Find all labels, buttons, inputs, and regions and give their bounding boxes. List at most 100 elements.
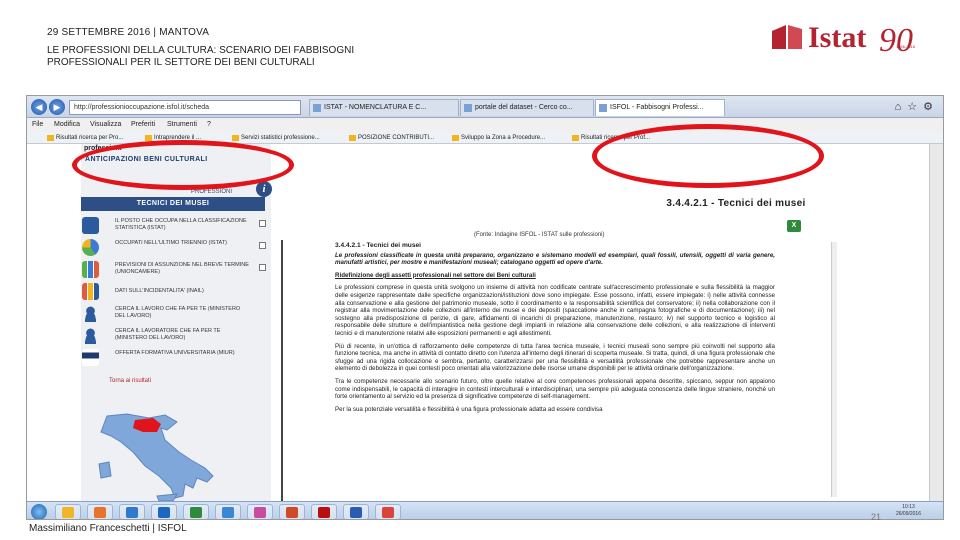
tab-label: portale del dataset - Cerco co...	[475, 104, 573, 111]
sidebar-item-offerta-formativa[interactable]: OFFERTA FORMATIVA UNIVERSITARIA (MIUR)	[81, 348, 271, 370]
taskbar-app-outlook[interactable]	[151, 504, 177, 519]
graduation-cap-icon	[82, 349, 99, 366]
tray-time: 10:13	[902, 504, 915, 510]
slide-title: LE PROFESSIONI DELLA CULTURA: SCENARIO D…	[47, 45, 467, 69]
sidebar-header: TECNICI DEI MUSEI	[81, 197, 265, 211]
profession-document: 3.4.4.2.1 - Tecnici dei musei Le profess…	[335, 242, 775, 418]
favorite-link[interactable]: POSIZIONE CONTRIBUTI...	[349, 132, 434, 144]
tab-page-icon	[599, 104, 607, 112]
window-controls[interactable]: ⌂☆⚙	[895, 100, 939, 113]
sidebar-item-label: IL POSTO CHE OCCUPA NELLA CLASSIFICAZION…	[115, 218, 247, 231]
profession-title-bar: 3.4.4.2.1 - Tecnici dei musei	[621, 196, 851, 216]
favorite-link[interactable]: Intraprendere il ...	[145, 132, 201, 144]
sub-heading[interactable]: ANTICIPAZIONI BENI CULTURALI	[85, 156, 208, 163]
back-button[interactable]: ◀	[31, 99, 47, 115]
sidebar-item-cerca-lavoro[interactable]: CERCA IL LAVORO CHE FA PER TE (MINISTERO…	[81, 304, 271, 326]
menu-preferiti[interactable]: Preferiti	[131, 118, 155, 132]
system-tray-clock[interactable]: 10:13 26/09/2016	[896, 504, 921, 518]
taskbar-app-firefox[interactable]	[87, 504, 113, 519]
sidebar-item-cerca-lavoratore[interactable]: CERCA IL LAVORATORE CHE FA PER TE (MINIS…	[81, 326, 271, 348]
sidebar-item-label: OFFERTA FORMATIVA UNIVERSITARIA (MIUR)	[115, 350, 235, 356]
tab-istat[interactable]: ISTAT - NOMENCLATURA E C...	[309, 99, 459, 116]
tab-page-icon	[313, 104, 321, 112]
isfol-site: professioni ANTICIPAZIONI BENI CULTURALI…	[81, 144, 839, 501]
doc-paragraph: Le professioni comprese in questa unità …	[335, 284, 775, 337]
question-icon	[82, 217, 99, 234]
taskbar-app-word[interactable]	[343, 504, 369, 519]
menu-bar: File Modifica Visualizza Preferiti Strum…	[27, 118, 943, 132]
slide-date: 29 SETTEMBRE 2016 | MANTOVA	[47, 27, 210, 38]
favorite-link[interactable]: Servizi statistici professione...	[232, 132, 320, 144]
pie-chart-icon	[82, 239, 99, 256]
logo-range: 1926-2016	[896, 44, 916, 49]
chrome-icon	[382, 507, 394, 518]
taskbar-app-explorer[interactable]	[55, 504, 81, 519]
favorites-bar: Risultati ricerca per Pro... Intraprende…	[27, 132, 943, 144]
tab-label: ISTAT - NOMENCLATURA E C...	[324, 104, 427, 111]
taskbar: 10:13 26/09/2016	[27, 501, 943, 519]
document-scrollbar[interactable]	[831, 242, 837, 497]
start-button[interactable]	[31, 504, 47, 519]
browser-screenshot: ◀ ▶ http://professionioccupazione.isfol.…	[26, 95, 944, 520]
tray-date: 26/09/2016	[895, 511, 921, 517]
menu-modifica[interactable]: Modifica	[54, 118, 80, 132]
page-scrollbar[interactable]	[929, 144, 943, 501]
binders-icon	[82, 283, 99, 300]
forward-button[interactable]: ▶	[49, 99, 65, 115]
bar-chart-icon	[82, 261, 99, 278]
web-page: professioni ANTICIPAZIONI BENI CULTURALI…	[27, 144, 943, 501]
taskbar-app-powerpoint[interactable]	[279, 504, 305, 519]
menu-strumenti[interactable]: Strumenti	[167, 118, 197, 132]
tab-dataset[interactable]: portale del dataset - Cerco co...	[460, 99, 594, 116]
sidebar-item-previsioni[interactable]: PREVISIONI DI ASSUNZIONE NEL BREVE TERMI…	[81, 260, 271, 282]
excel-export-icon[interactable]: X	[787, 220, 801, 232]
menu-visualizza[interactable]: Visualizza	[90, 118, 121, 132]
sidebar-item-occupati[interactable]: OCCUPATI NELL'ULTIMO TRIENNIO (ISTAT)	[81, 238, 271, 260]
tab-isfol[interactable]: ISFOL - Fabbisogni Professi...	[595, 99, 725, 116]
powerpoint-icon	[286, 507, 298, 518]
sidebar-item-incidentalita[interactable]: DATI SULL'INCIDENTALITA' (INAIL)	[81, 282, 271, 304]
profession-title: 3.4.4.2.1 - Tecnici dei musei	[666, 198, 806, 209]
source-note: (Fonte: Indagine ISFOL - ISTAT sulle pro…	[474, 232, 605, 238]
sidebar-item-label: OCCUPATI NELL'ULTIMO TRIENNIO (ISTAT)	[115, 240, 227, 246]
professioni-label[interactable]: PROFESSIONI	[191, 189, 232, 195]
logo-text: Istat	[808, 21, 867, 54]
taskbar-app-ie[interactable]	[215, 504, 241, 519]
favorite-link[interactable]: Risultati ricerca per Pro...	[47, 132, 123, 144]
slide-title-line2: PROFESSIONALI PER IL SETTORE DEI BENI CU…	[47, 57, 315, 68]
outlook-icon	[158, 507, 170, 518]
favorite-link[interactable]: Risultati ricerca per Prof...	[572, 132, 650, 144]
sidebar-item-classificazione[interactable]: IL POSTO CHE OCCUPA NELLA CLASSIFICAZION…	[81, 216, 271, 238]
istat-logo: Istat 90 1926-2016	[772, 18, 922, 74]
paint-icon	[254, 507, 266, 518]
expand-icon[interactable]	[259, 220, 266, 227]
italy-map[interactable]	[87, 412, 217, 501]
tab-label: ISFOL - Fabbisogni Professi...	[610, 104, 704, 111]
explorer-icon	[62, 507, 74, 518]
taskbar-app-pdf[interactable]	[311, 504, 337, 519]
person-icon	[82, 327, 99, 344]
taskbar-app-excel[interactable]	[183, 504, 209, 519]
word-icon	[350, 507, 362, 518]
address-bar[interactable]: http://professionioccupazione.isfol.it/s…	[69, 100, 301, 115]
breadcrumb[interactable]: professioni	[84, 145, 122, 152]
firefox-icon	[94, 507, 106, 518]
person-icon	[82, 305, 99, 322]
istat-logo-mark-icon	[772, 25, 802, 49]
back-to-results-link[interactable]: Torna ai risultati	[109, 378, 151, 384]
expand-icon[interactable]	[259, 264, 266, 271]
favorite-link[interactable]: Sviluppo la Zona a Procedure...	[452, 132, 545, 144]
expand-icon[interactable]	[259, 242, 266, 249]
taskbar-app-media[interactable]	[119, 504, 145, 519]
ie-icon	[222, 507, 234, 518]
slide-page-number: 21	[871, 512, 882, 522]
info-icon[interactable]: i	[256, 181, 272, 197]
tab-page-icon	[464, 104, 472, 112]
taskbar-app-chrome[interactable]	[375, 504, 401, 519]
pdf-icon	[318, 507, 330, 518]
menu-file[interactable]: File	[32, 118, 43, 132]
sidebar-item-label: DATI SULL'INCIDENTALITA' (INAIL)	[115, 288, 204, 294]
menu-help[interactable]: ?	[207, 118, 211, 132]
taskbar-app-paint[interactable]	[247, 504, 273, 519]
logo-years: 90	[879, 22, 913, 59]
